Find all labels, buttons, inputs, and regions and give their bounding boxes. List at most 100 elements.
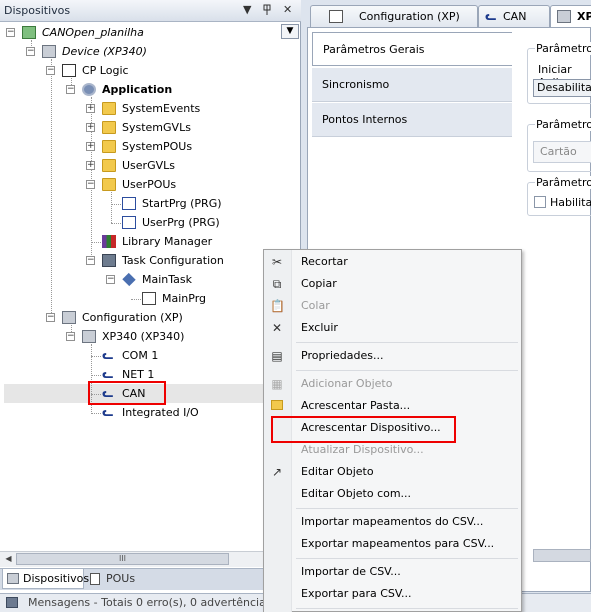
- collapse-icon[interactable]: −: [66, 85, 75, 94]
- collapse-icon[interactable]: −: [6, 28, 15, 37]
- tree-item-project[interactable]: − CANOpen_planilha: [0, 23, 280, 42]
- tree-item-mainprg[interactable]: MainPrg: [0, 289, 280, 308]
- tree-item-task-configuration[interactable]: − Task Configuration: [0, 251, 280, 270]
- tab-pous[interactable]: POUs: [86, 569, 138, 589]
- checkbox-label: Habilitar: [550, 196, 591, 209]
- program-icon: [122, 197, 136, 210]
- menu-item-colar[interactable]: Colar: [301, 299, 330, 312]
- folder-icon: [102, 102, 116, 115]
- menu-item-adicionar-objeto[interactable]: Adicionar Objeto: [301, 377, 392, 390]
- plug-icon: ᓚ: [102, 348, 114, 362]
- tree-item-configuration[interactable]: − Configuration (XP): [0, 308, 280, 327]
- pin-icon[interactable]: [262, 4, 272, 19]
- menu-item-importar-mapeamentos-csv[interactable]: Importar mapeamentos do CSV...: [301, 515, 483, 528]
- group-title: Parâmetros: [535, 42, 591, 55]
- collapse-icon[interactable]: −: [46, 313, 55, 322]
- vtab-parametros-gerais[interactable]: Parâmetros Gerais: [312, 32, 512, 66]
- library-icon: [102, 235, 116, 248]
- menu-item-acrescentar-pasta[interactable]: Acrescentar Pasta...: [301, 399, 410, 412]
- devices-tab-icon: [7, 573, 19, 584]
- panel-close-icon[interactable]: ✕: [283, 4, 292, 16]
- collapse-icon[interactable]: −: [26, 47, 35, 56]
- device-icon: [82, 330, 96, 343]
- tab-xp[interactable]: XP: [550, 5, 591, 27]
- tree-item-systempous[interactable]: + SystemPOUs: [0, 137, 280, 156]
- expand-icon[interactable]: +: [86, 123, 95, 132]
- expand-icon[interactable]: +: [86, 161, 95, 170]
- menu-item-editar-objeto-com[interactable]: Editar Objeto com...: [301, 487, 411, 500]
- tab-label: XP: [577, 10, 591, 23]
- collapse-icon[interactable]: −: [46, 66, 55, 75]
- menu-item-importar-csv[interactable]: Importar de CSV...: [301, 565, 401, 578]
- tree-item-systemevents[interactable]: + SystemEvents: [0, 99, 280, 118]
- tree-item-systemgvls[interactable]: + SystemGVLs: [0, 118, 280, 137]
- collapse-icon[interactable]: −: [66, 332, 75, 341]
- tree-label: Device (XP340): [62, 45, 147, 58]
- expand-icon[interactable]: +: [86, 104, 95, 113]
- tab-label: CAN: [503, 10, 527, 23]
- tree-item-usergvls[interactable]: + UserGVLs: [0, 156, 280, 175]
- collapse-icon[interactable]: −: [106, 275, 115, 284]
- menu-item-atualizar-dispositivo[interactable]: Atualizar Dispositivo...: [301, 443, 424, 456]
- menu-item-excluir[interactable]: Excluir: [301, 321, 338, 334]
- tab-can[interactable]: ᓚ CAN: [478, 5, 550, 27]
- expand-icon[interactable]: +: [86, 142, 95, 151]
- tree-dropdown-button[interactable]: ▼: [281, 24, 299, 39]
- task-config-icon: [102, 254, 116, 267]
- tree-item-device[interactable]: − Device (XP340): [0, 42, 280, 61]
- start-app-select[interactable]: Desabilitado: [533, 79, 591, 97]
- tree-item-library-manager[interactable]: Library Manager: [0, 232, 280, 251]
- properties-icon: ▤: [271, 349, 283, 363]
- tree-label: UserGVLs: [122, 159, 175, 172]
- panel-dropdown-icon[interactable]: ▼: [243, 4, 251, 16]
- menu-separator: [296, 370, 518, 371]
- tree-item-integrated-io[interactable]: ᓚ Integrated I/O: [0, 403, 280, 422]
- tree-label: UserPrg (PRG): [142, 216, 220, 229]
- tree-item-maintask[interactable]: − MainTask: [0, 270, 280, 289]
- tab-label: Configuration (XP): [359, 10, 460, 23]
- folder-icon: [270, 399, 284, 413]
- tree-item-xp340[interactable]: − XP340 (XP340): [0, 327, 280, 346]
- tree-label: Application: [102, 83, 173, 96]
- tree-item-userprg[interactable]: UserPrg (PRG): [0, 213, 280, 232]
- messages-icon: [6, 597, 18, 608]
- menu-separator: [296, 558, 518, 559]
- plc-logic-icon: [62, 64, 76, 77]
- menu-item-propriedades[interactable]: Propriedades...: [301, 349, 383, 362]
- vtab-pontos-internos[interactable]: Pontos Internos: [312, 103, 512, 137]
- tree-label: UserPOUs: [122, 178, 177, 191]
- config-grid-icon: [329, 10, 343, 23]
- menu-item-editar-objeto[interactable]: Editar Objeto: [301, 465, 374, 478]
- tree-item-cp-logic[interactable]: − CP Logic: [0, 61, 280, 80]
- scrollbar-thumb[interactable]: III: [16, 553, 229, 565]
- card-select[interactable]: Cartão de: [533, 141, 591, 163]
- collapse-icon[interactable]: −: [86, 180, 95, 189]
- tree-label: Task Configuration: [122, 254, 224, 267]
- menu-item-recortar[interactable]: Recortar: [301, 255, 348, 268]
- tree-label: XP340 (XP340): [102, 330, 185, 343]
- editor-scrollbar[interactable]: [533, 549, 591, 562]
- tree-item-startprg[interactable]: StartPrg (PRG): [0, 194, 280, 213]
- menu-item-exportar-csv[interactable]: Exportar para CSV...: [301, 587, 412, 600]
- habilitar-checkbox[interactable]: [534, 196, 546, 208]
- menu-item-copiar[interactable]: Copiar: [301, 277, 337, 290]
- tree-label: Configuration (XP): [82, 311, 183, 324]
- collapse-icon[interactable]: −: [86, 256, 95, 265]
- tree-label: SystemPOUs: [122, 140, 193, 153]
- tree-item-com1[interactable]: ᓚ COM 1: [0, 346, 280, 365]
- tree-item-userpous[interactable]: − UserPOUs: [0, 175, 280, 194]
- scroll-left-icon[interactable]: ◀: [2, 553, 15, 565]
- tree-label: MainTask: [142, 273, 192, 286]
- vtab-sincronismo[interactable]: Sincronismo: [312, 68, 512, 102]
- menu-item-exportar-mapeamentos-csv[interactable]: Exportar mapeamentos para CSV...: [301, 537, 494, 550]
- tree-item-application[interactable]: − Application: [0, 80, 280, 99]
- scissors-icon: ✂: [271, 255, 283, 269]
- tab-dispositivos[interactable]: Dispositivos: [2, 569, 89, 589]
- tree-label: Library Manager: [122, 235, 213, 248]
- paste-icon: 📋: [270, 299, 285, 313]
- group-title: Parâmetros: [535, 118, 591, 131]
- plug-icon: ᓚ: [102, 405, 114, 419]
- tab-configuration-xp[interactable]: Configuration (XP): [310, 5, 478, 27]
- plug-icon: ᓚ: [485, 9, 497, 23]
- add-object-icon: ▦: [271, 377, 283, 391]
